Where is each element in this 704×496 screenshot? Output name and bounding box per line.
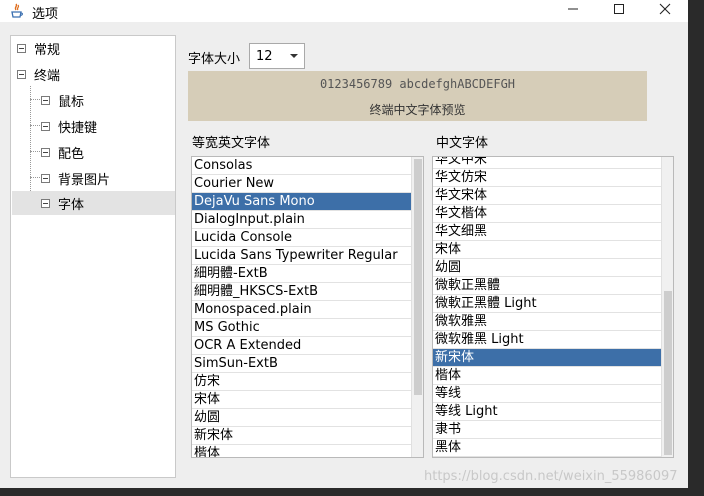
mono-font-items: Consolas Courier New DejaVu Sans Mono Dialo… [192,157,412,457]
font-size-label: 字体大小 [188,52,241,67]
window-title: 选项 [32,7,59,22]
watermark: https://blog.csdn.net/weixin_55986097 [424,469,678,484]
font-size-select[interactable]: 12 [249,43,305,69]
list-item[interactable]: 华文仿宋 [433,169,663,187]
list-item[interactable]: 幼圆 [433,259,663,277]
chevron-down-icon[interactable] [290,54,298,58]
list-item[interactable]: SimSun-ExtB [192,355,412,373]
chinese-font-list[interactable]: 华文中宋 华文仿宋 华文宋体 华文楷体 华文细黑 宋体 幼圆 微軟正黑體 微軟正黑體 Light… [432,156,674,458]
tree-item-label: 终端 [34,68,61,84]
list-item[interactable]: DialogInput.plain [192,211,412,229]
options-window: 选项 常规 终端 鼠标 快捷键 配色 背景图片 字体 字体大小 12 01234… [0,0,688,488]
collapse-icon[interactable] [17,69,26,79]
mono-font-list[interactable]: Consolas Courier New DejaVu Sans Mono Dialo… [191,156,424,458]
chinese-font-items: 华文中宋 华文仿宋 华文宋体 华文楷体 华文细黑 宋体 幼圆 微軟正黑體 微軟正黑體 Light… [433,157,663,457]
tree-item-label: 配色 [58,146,85,162]
tree-item-font[interactable]: 字体 [12,191,175,215]
tree-item-shortcuts[interactable]: 快捷键 [41,114,175,138]
list-item[interactable]: 仿宋 [192,373,412,391]
font-preview: 0123456789 abcdefghABCDEFGH 终端中文字体预览 [188,71,647,121]
list-item[interactable]: 新宋体 [192,427,412,445]
list-item[interactable]: 等线 Light [433,403,663,421]
list-item[interactable]: DejaVu Sans Mono [192,193,412,211]
scrollbar-thumb[interactable] [414,159,422,395]
settings-tree: 常规 终端 鼠标 快捷键 配色 背景图片 字体 [10,35,176,478]
preview-ascii-line: 0123456789 abcdefghABCDEFGH [319,77,516,91]
list-item[interactable]: 楷体 [433,367,663,385]
tree-connector [30,86,31,205]
list-item[interactable]: 宋体 [433,241,663,259]
mono-list-scrollbar[interactable] [411,157,423,457]
list-item[interactable]: 細明體-ExtB [192,265,412,283]
tree-item-mouse[interactable]: 鼠标 [41,88,175,112]
close-button[interactable] [642,0,688,22]
tree-item-general[interactable]: 常规 [17,36,175,60]
list-item[interactable]: 华文细黑 [433,223,663,241]
maximize-icon [613,3,625,19]
minimize-button[interactable] [550,0,596,22]
close-icon [659,3,671,19]
chinese-list-scrollbar[interactable] [661,157,673,457]
collapse-icon[interactable] [41,147,50,157]
list-item[interactable]: Consolas [192,157,412,175]
list-item[interactable]: 微軟正黑體 [433,277,663,295]
tree-item-label: 快捷键 [58,120,98,136]
java-app-icon [10,3,24,19]
maximize-button[interactable] [596,0,642,22]
list-item[interactable]: Courier New [192,175,412,193]
mono-font-label: 等宽英文字体 [192,136,271,151]
collapse-icon[interactable] [41,95,50,105]
list-item[interactable]: OCR A Extended [192,337,412,355]
collapse-icon[interactable] [41,198,50,208]
list-item[interactable]: 細明體_HKSCS-ExtB [192,283,412,301]
tree-item-label: 常规 [34,42,61,58]
list-item[interactable]: Monospaced.plain [192,301,412,319]
list-item[interactable]: 宋体 [192,391,412,409]
list-item[interactable]: 微軟正黑體 Light [433,295,663,313]
list-item[interactable]: 楷体 [192,445,412,457]
collapse-icon[interactable] [17,43,26,53]
minimize-icon [567,3,579,19]
tree-item-label: 字体 [58,197,85,213]
list-item[interactable]: Lucida Console [192,229,412,247]
title-bar[interactable]: 选项 [0,0,688,22]
tree-item-colors[interactable]: 配色 [41,140,175,164]
list-item[interactable]: 华文楷体 [433,205,663,223]
collapse-icon[interactable] [41,173,50,183]
list-item[interactable]: 微软雅黑 Light [433,331,663,349]
list-item[interactable]: 华文中宋 [433,157,663,169]
tree-item-terminal[interactable]: 终端 [17,62,175,86]
tree-item-label: 背景图片 [58,172,111,188]
tree-item-background[interactable]: 背景图片 [41,166,175,190]
scrollbar-thumb[interactable] [664,291,672,455]
list-item[interactable]: Lucida Sans Typewriter Regular [192,247,412,265]
list-item[interactable]: 等线 [433,385,663,403]
list-item[interactable]: 华文宋体 [433,187,663,205]
list-item[interactable]: MS Gothic [192,319,412,337]
list-item[interactable]: 黑体 [433,439,663,457]
collapse-icon[interactable] [41,121,50,131]
list-item[interactable]: 隶书 [433,421,663,439]
list-item[interactable]: 微软雅黑 [433,313,663,331]
chinese-font-label: 中文字体 [436,136,489,151]
tree-item-label: 鼠标 [58,94,85,110]
preview-chinese-line: 终端中文字体预览 [369,103,466,117]
list-item[interactable]: 幼圆 [192,409,412,427]
list-item[interactable]: 新宋体 [433,349,663,367]
font-size-value: 12 [256,48,273,64]
